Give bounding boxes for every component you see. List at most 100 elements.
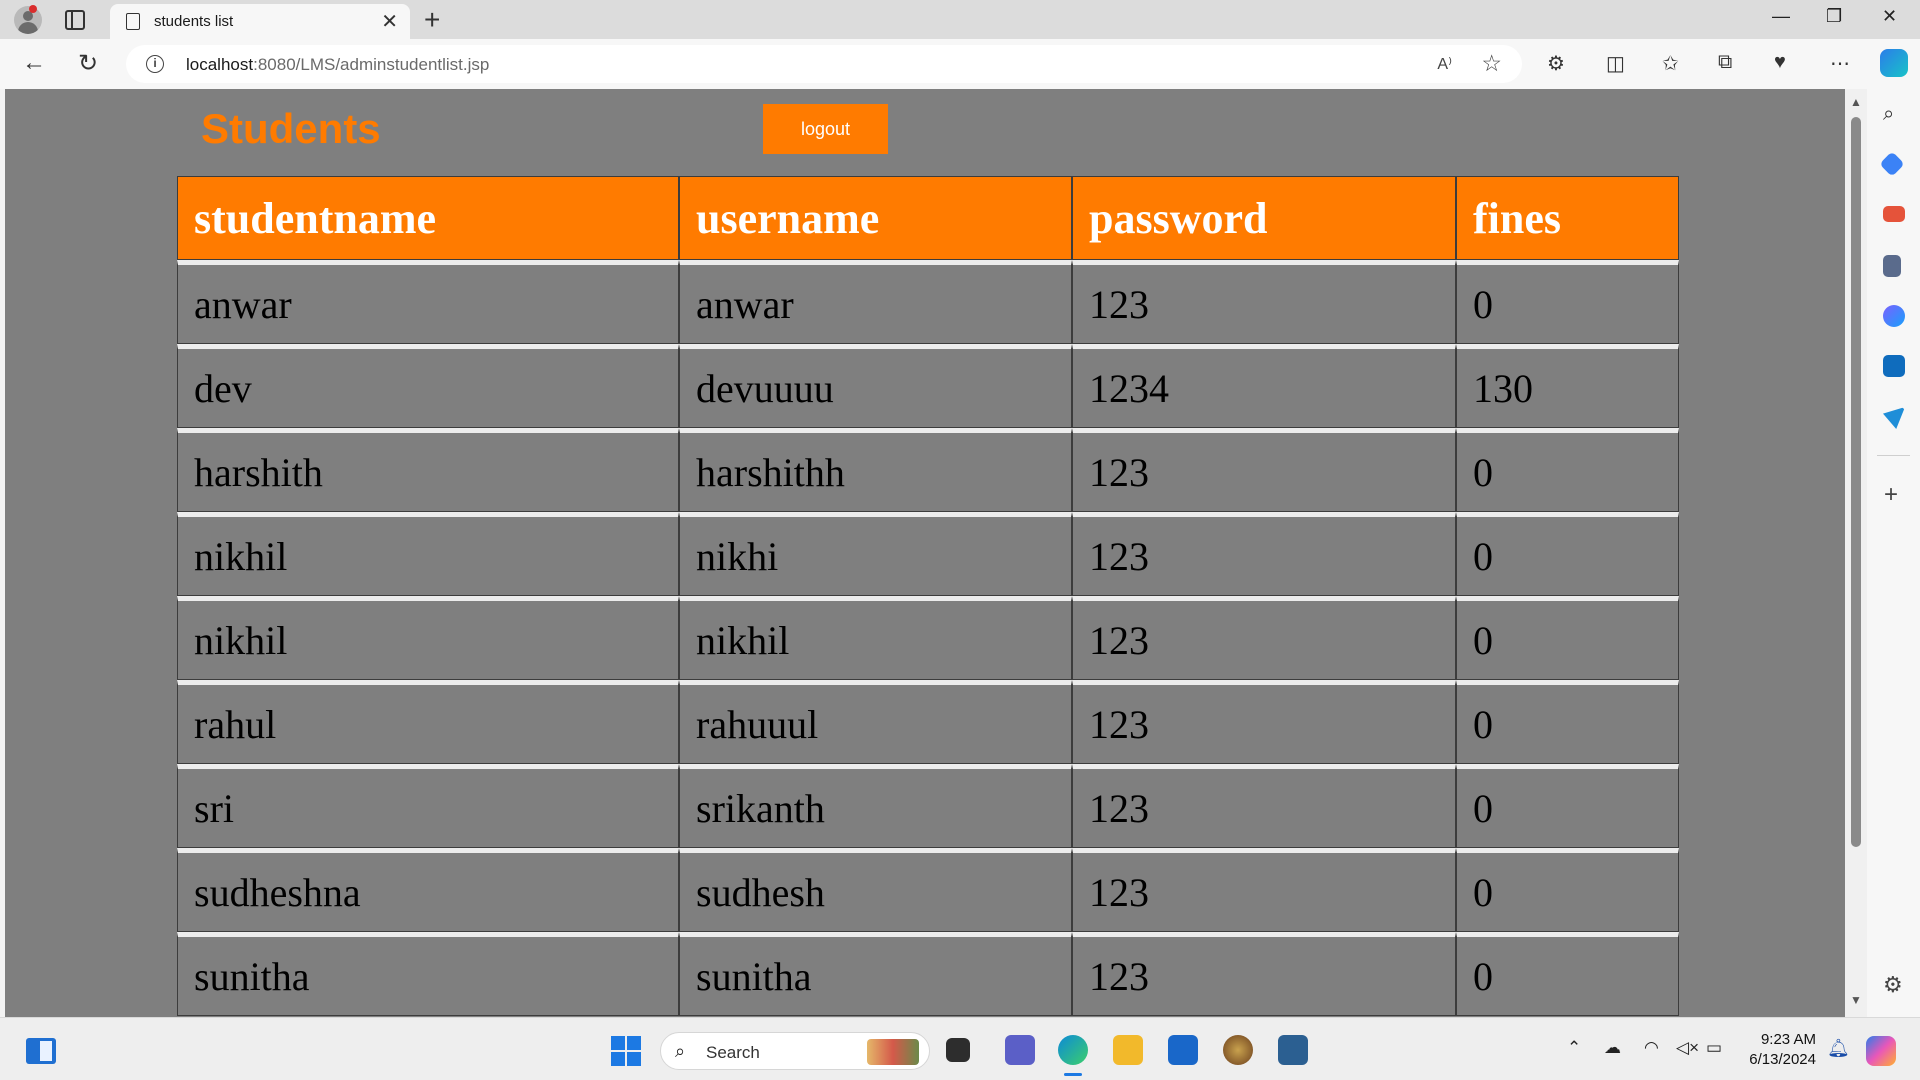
table-row: sudheshna sudhesh 123 0 [177,848,1679,932]
close-tab-icon[interactable]: ✕ [381,9,398,34]
cell-studentname: sudheshna [177,848,679,932]
widgets-icon[interactable] [26,1038,56,1064]
onedrive-icon[interactable]: ☁ [1604,1038,1621,1058]
cell-fines: 0 [1456,428,1679,512]
chevron-up-icon[interactable]: ⌃ [1567,1038,1581,1058]
tab-title: students list [154,13,234,30]
cell-password: 123 [1072,848,1456,932]
send-icon[interactable] [1883,407,1905,429]
scroll-up-icon[interactable]: ▲ [1850,95,1862,109]
teams-icon[interactable] [1005,1035,1035,1065]
wifi-icon[interactable]: ◠ [1644,1038,1659,1058]
battery-icon[interactable]: ▭ [1706,1038,1722,1058]
cell-studentname: sri [177,764,679,848]
table-row: sunitha sunitha 123 0 [177,932,1679,1016]
notification-bell-icon[interactable]: 🔔︎ [1827,1038,1850,1059]
cell-username: nikhi [679,512,1072,596]
cell-password: 123 [1072,428,1456,512]
tab-actions-icon[interactable] [65,10,85,30]
address-bar[interactable]: i localhost:8080/LMS/adminstudentlist.js… [126,45,1522,83]
close-window-icon[interactable]: ✕ [1882,6,1897,27]
cell-password: 123 [1072,932,1456,1016]
cell-password: 1234 [1072,344,1456,428]
back-arrow-icon[interactable]: ← [22,49,46,77]
logout-button[interactable]: logout [763,104,888,154]
tools-icon[interactable] [1883,206,1905,222]
refresh-icon[interactable]: ↻ [78,49,98,78]
page-scrollbar[interactable]: ▲ ▼ [1845,89,1867,1017]
browser-essentials-icon[interactable]: ♥ [1774,51,1786,74]
search-icon: ⌕ [675,1041,686,1061]
edge-icon[interactable] [1058,1035,1088,1076]
search-highlight-image [867,1039,919,1065]
sidebar-divider [1877,455,1910,456]
volume-muted-icon[interactable]: ◁× [1676,1038,1699,1058]
cell-fines: 0 [1456,596,1679,680]
column-header-studentname: studentname [177,176,679,260]
read-aloud-icon[interactable]: A⁾ [1437,54,1452,74]
table-row: rahul rahuuul 123 0 [177,680,1679,764]
table-row: nikhil nikhil 123 0 [177,596,1679,680]
cell-username: devuuuu [679,344,1072,428]
cell-password: 123 [1072,512,1456,596]
cell-username: rahuuul [679,680,1072,764]
taskbar-search[interactable]: ⌕ Search [660,1032,930,1070]
restore-icon[interactable]: ❐ [1826,6,1842,27]
students-table: studentname username password fines anwa… [177,176,1679,1016]
title-bar: students list ✕ + — ❐ ✕ [0,0,1920,39]
cell-password: 123 [1072,596,1456,680]
cell-username: srikanth [679,764,1072,848]
table-row: anwar anwar 123 0 [177,260,1679,344]
microsoft-store-icon[interactable] [1168,1035,1198,1065]
info-icon[interactable]: i [146,55,164,73]
taskbar: ⌕ Search ⌃ ☁ ◠ ◁× ▭ 9:23 AM 6/13/2024 🔔︎ [0,1017,1920,1080]
copilot-taskbar-icon[interactable] [1866,1036,1896,1066]
task-view-icon[interactable] [946,1038,970,1062]
microsoft-365-icon[interactable] [1883,305,1905,327]
scrollbar-thumb[interactable] [1851,117,1861,847]
scroll-down-icon[interactable]: ▼ [1850,993,1862,1007]
table-header-row: studentname username password fines [177,176,1679,260]
collections-icon[interactable]: ⧉ [1718,51,1732,74]
cell-fines: 0 [1456,764,1679,848]
split-screen-icon[interactable]: ◫ [1606,51,1625,76]
cell-fines: 0 [1456,932,1679,1016]
star-icon[interactable]: ☆ [1481,50,1502,77]
cell-password: 123 [1072,764,1456,848]
extensions-icon[interactable]: ⚙ [1547,51,1565,76]
gear-icon[interactable]: ⚙ [1883,972,1903,998]
cell-fines: 130 [1456,344,1679,428]
minimize-icon[interactable]: — [1772,6,1790,27]
cell-fines: 0 [1456,260,1679,344]
url-text[interactable]: localhost:8080/LMS/adminstudentlist.jsp [186,55,489,75]
cell-studentname: nikhil [177,512,679,596]
cell-studentname: nikhil [177,596,679,680]
add-icon[interactable]: + [1884,481,1898,509]
outlook-icon[interactable] [1883,355,1905,377]
cell-fines: 0 [1456,848,1679,932]
notification-dot [29,5,37,13]
cell-password: 123 [1072,680,1456,764]
cell-password: 123 [1072,260,1456,344]
favorites-icon[interactable]: ✩ [1662,51,1679,76]
cell-studentname: rahul [177,680,679,764]
copilot-icon[interactable] [1880,49,1908,77]
shopping-tag-icon[interactable] [1879,151,1905,177]
search-icon[interactable]: ⌕ [1883,103,1894,126]
column-header-fines: fines [1456,176,1679,260]
browser-toolbar: ← ↻ i localhost:8080/LMS/adminstudentlis… [0,39,1920,89]
app-icon[interactable] [1223,1035,1253,1065]
column-header-username: username [679,176,1072,260]
cell-studentname: anwar [177,260,679,344]
cell-username: anwar [679,260,1072,344]
more-menu-icon[interactable]: ⋯ [1830,51,1850,76]
games-icon[interactable] [1883,255,1901,277]
profile-avatar-icon[interactable] [14,6,42,34]
tab-students-list[interactable]: students list ✕ [110,4,410,39]
workspace-icon[interactable] [1278,1035,1308,1065]
page-content: Students logout studentname username pas… [5,89,1845,1017]
system-clock[interactable]: 9:23 AM 6/13/2024 [1740,1030,1816,1070]
new-tab-icon[interactable]: + [424,4,440,36]
windows-start-icon[interactable] [611,1036,641,1066]
file-explorer-icon[interactable] [1113,1035,1143,1065]
